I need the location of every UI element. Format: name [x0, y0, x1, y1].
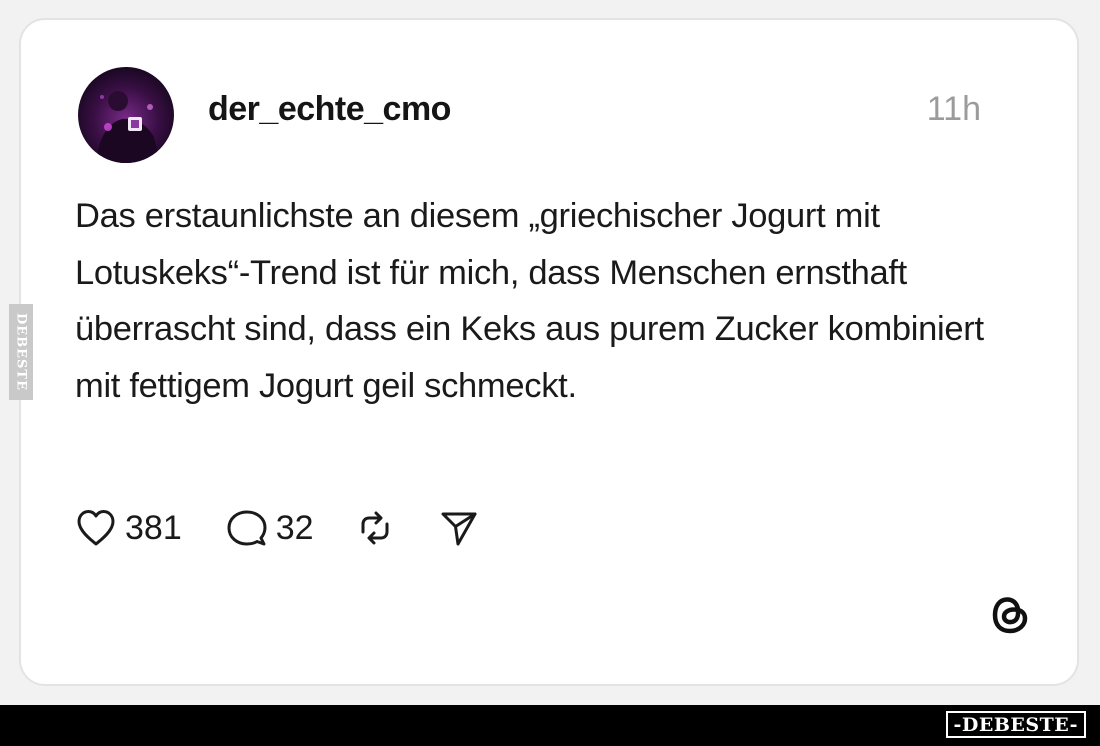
- send-icon: [438, 508, 480, 548]
- comment-count: 32: [275, 508, 314, 547]
- post-time: 11h: [926, 90, 981, 128]
- comment-bubble-icon: [226, 508, 268, 548]
- repost-icon: [354, 508, 396, 548]
- share-button[interactable]: [438, 508, 480, 548]
- post-card: der_echte_cmo 11h Das erstaunlichste an …: [19, 18, 1079, 686]
- debeste-logo-text: -DEBESTE-: [953, 713, 1078, 736]
- bottom-bar: -DEBESTE-: [0, 705, 1100, 746]
- like-count: 381: [125, 508, 182, 547]
- side-watermark: DEBESTE: [9, 304, 33, 400]
- comment-button[interactable]: 32: [226, 508, 314, 548]
- debeste-logo: -DEBESTE-: [945, 711, 1086, 738]
- action-bar: 381 32: [75, 504, 480, 552]
- repost-button[interactable]: [354, 508, 396, 548]
- heart-icon: [75, 508, 117, 548]
- avatar[interactable]: [78, 67, 174, 163]
- username[interactable]: der_echte_cmo: [208, 90, 451, 129]
- threads-logo-icon[interactable]: [987, 591, 1035, 639]
- side-watermark-text: DEBESTE: [13, 312, 29, 392]
- post-text: Das erstaunlichste an diesem „griechisch…: [75, 197, 984, 405]
- like-button[interactable]: 381: [75, 508, 182, 548]
